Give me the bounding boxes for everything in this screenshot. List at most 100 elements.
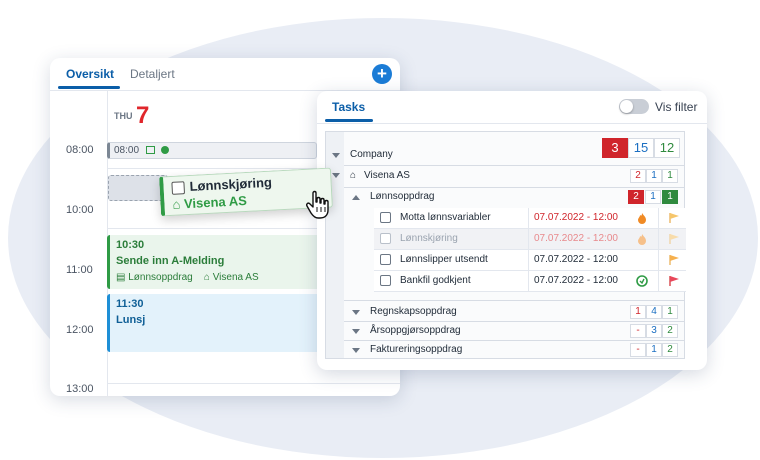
- time-label: 11:00: [66, 264, 93, 276]
- company-label: Company: [350, 149, 393, 160]
- done-count: 1: [662, 169, 678, 183]
- add-button[interactable]: +: [372, 64, 392, 84]
- collapse-icon[interactable]: [352, 329, 360, 334]
- toggle-knob: [620, 100, 633, 113]
- drag-client: ⌂ Visena AS: [172, 193, 247, 212]
- client-name: Visena AS: [364, 170, 410, 181]
- task-row[interactable]: Lønnskjøring 07.07.2022 - 12:00: [374, 229, 686, 250]
- cell-divider: [528, 250, 529, 271]
- active-tab-indicator: [58, 86, 120, 89]
- hand-cursor-icon: [306, 190, 329, 219]
- flag-icon[interactable]: [668, 233, 680, 245]
- task-checkbox: [171, 181, 186, 195]
- tab-detaljert[interactable]: Detaljert: [130, 67, 175, 81]
- overdue-count: 3: [602, 138, 628, 158]
- open-count: 1: [646, 169, 662, 183]
- hour-line: [107, 383, 400, 384]
- calendar-tabs: Oversikt Detaljert +: [50, 58, 400, 90]
- time-label: 08:00: [66, 144, 94, 156]
- overdue-count: -: [630, 343, 646, 357]
- flag-icon[interactable]: [668, 275, 680, 287]
- row-divider: [344, 187, 685, 188]
- collapse-icon[interactable]: [352, 348, 360, 353]
- row-divider: [344, 321, 685, 322]
- fire-icon: [638, 213, 646, 224]
- done-count: 12: [654, 138, 680, 158]
- tasks-card: Tasks Vis filter Company 3 15 12 ⌂ Visen…: [317, 91, 707, 370]
- cell-divider: [658, 208, 659, 229]
- check-circle-icon: [160, 146, 169, 154]
- task-name: Bankfil godkjent: [400, 275, 471, 286]
- drag-task-name: Lønnskjøring: [189, 174, 273, 194]
- task-row[interactable]: Bankfil godkjent 07.07.2022 - 12:00: [374, 271, 686, 292]
- grid-gutter: [326, 132, 344, 358]
- event-time: 10:30: [116, 239, 145, 251]
- active-tab-indicator: [325, 119, 373, 122]
- task-due: 07.07.2022 - 12:00: [534, 254, 618, 265]
- flag-icon[interactable]: [668, 254, 680, 266]
- open-count: 15: [628, 138, 654, 158]
- task-checkbox[interactable]: [380, 212, 391, 223]
- open-count: 1: [645, 190, 661, 204]
- cell-divider: [528, 229, 529, 250]
- scene: Oversikt Detaljert + THU 7 08:00 10:00 1…: [0, 0, 760, 460]
- event-small[interactable]: 08:00: [107, 142, 317, 159]
- open-count: 1: [646, 343, 662, 357]
- tab-tasks[interactable]: Tasks: [332, 100, 365, 114]
- add-icon: +: [377, 64, 387, 83]
- flag-icon[interactable]: [668, 212, 680, 224]
- collapse-icon[interactable]: [352, 310, 360, 315]
- task-checkbox[interactable]: [380, 275, 391, 286]
- clipboard-icon: ▤: [116, 272, 126, 283]
- collapse-icon[interactable]: [332, 153, 340, 158]
- task-due: 07.07.2022 - 12:00: [534, 233, 618, 244]
- task-name: Motta lønnsvariabler: [400, 212, 491, 223]
- task-checkbox[interactable]: [380, 233, 391, 244]
- overdue-count: -: [630, 324, 646, 338]
- cell-divider: [528, 271, 529, 292]
- event-client: Visena AS: [212, 272, 259, 283]
- task-row[interactable]: Motta lønnsvariabler 07.07.2022 - 12:00: [374, 208, 686, 229]
- group-name: Faktureringsoppdrag: [370, 344, 463, 355]
- cell-divider: [658, 271, 659, 292]
- task-row[interactable]: Lønnslipper utsendt 07.07.2022 - 12:00: [374, 250, 686, 271]
- done-count: 1: [662, 305, 678, 319]
- task-checkbox[interactable]: [380, 254, 391, 265]
- task-name: Lønnslipper utsendt: [400, 254, 488, 265]
- event-title: Sende inn A-Melding: [116, 255, 225, 267]
- event-lunsj[interactable]: 11:30 Lunsj: [107, 294, 327, 352]
- expand-icon[interactable]: [352, 195, 360, 200]
- group-name: Årsoppgjørsoppdrag: [370, 325, 461, 336]
- open-count: 4: [646, 305, 662, 319]
- time-label: 10:00: [66, 204, 94, 216]
- time-label: 13:00: [66, 383, 94, 395]
- group-name: Lønnsoppdrag: [370, 191, 435, 202]
- event-a-melding[interactable]: 10:30 Sende inn A-Melding ▤ Lønnsoppdrag…: [107, 235, 327, 289]
- overdue-count: 1: [630, 305, 646, 319]
- home-icon: ⌂: [350, 170, 357, 181]
- store-icon: ⌂: [203, 272, 210, 283]
- day-label: THU: [114, 111, 133, 121]
- fire-icon: [638, 234, 646, 245]
- row-divider: [344, 300, 685, 301]
- event-category: Lønnsoppdrag: [128, 272, 193, 283]
- time-label: 12:00: [66, 324, 94, 336]
- divider: [317, 123, 707, 124]
- done-count: 2: [662, 324, 678, 338]
- tab-oversikt[interactable]: Oversikt: [66, 67, 114, 81]
- task-due: 07.07.2022 - 12:00: [534, 275, 618, 286]
- drag-client-name: Visena AS: [183, 192, 248, 212]
- task-due: 07.07.2022 - 12:00: [534, 212, 618, 223]
- task-grid: Company 3 15 12 ⌂ Visena AS 2 1 1 Lønnso…: [325, 131, 686, 359]
- event-title: Lunsj: [116, 314, 146, 326]
- done-count: 2: [662, 343, 678, 357]
- row-divider: [344, 165, 685, 166]
- event-meta: ▤ Lønnsoppdrag ⌂ Visena AS: [116, 272, 321, 283]
- collapse-icon[interactable]: [332, 173, 340, 178]
- filter-toggle[interactable]: [619, 99, 649, 114]
- overdue-count: 2: [630, 169, 646, 183]
- open-count: 3: [646, 324, 662, 338]
- event-time: 11:30: [116, 298, 144, 310]
- row-divider: [344, 340, 685, 341]
- group-name: Regnskapsoppdrag: [370, 306, 457, 317]
